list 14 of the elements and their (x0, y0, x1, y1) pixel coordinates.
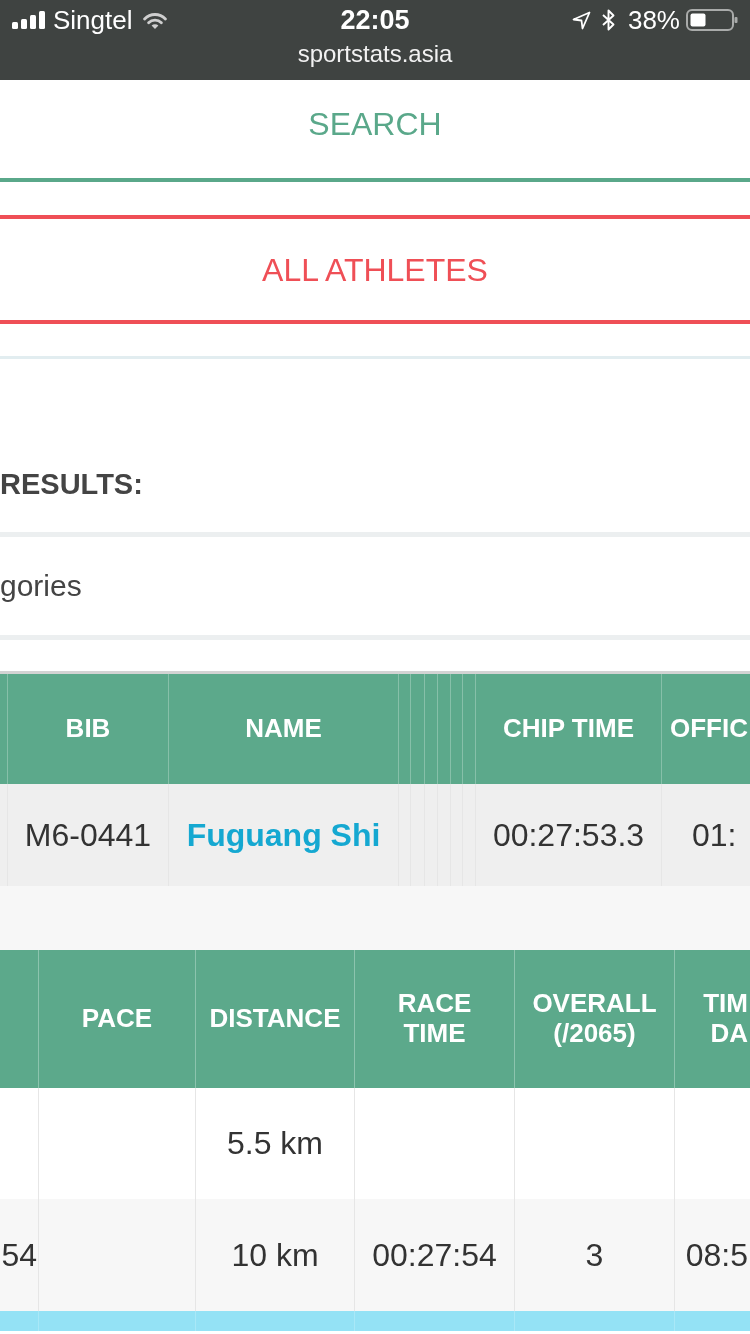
location-arrow-icon (571, 10, 591, 30)
battery-icon (686, 9, 738, 31)
athlete-name-link[interactable]: Fuguang Shi (186, 816, 381, 854)
url-text: sportstats.asia (297, 41, 453, 68)
battery-percent: 38% (627, 7, 680, 33)
results-heading: RESULTS: (0, 468, 143, 500)
signal-icon (12, 11, 46, 29)
tab[interactable]: ALL ATHLETES (0, 215, 750, 324)
category-label: gories (0, 568, 82, 604)
clock-time: 22:05 (340, 6, 410, 34)
carrier-name: Singtel (53, 7, 133, 33)
bluetooth-icon (600, 9, 616, 31)
table-cell-text: 54 (0, 1235, 38, 1275)
wifi-icon (142, 11, 167, 29)
